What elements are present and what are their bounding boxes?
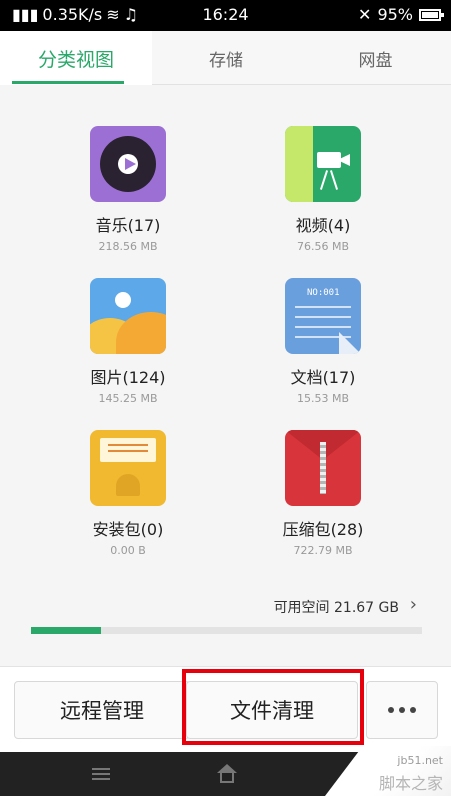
- document-icon: NO:001: [285, 278, 361, 354]
- category-name: 压缩包(28): [282, 520, 364, 539]
- tab-storage[interactable]: 存储: [152, 31, 300, 85]
- category-name: 安装包(0): [92, 520, 164, 539]
- home-icon[interactable]: [217, 764, 237, 784]
- active-tab-indicator: [12, 81, 124, 84]
- status-right: ✕ 95%: [358, 5, 444, 24]
- picture-icon: [90, 278, 166, 354]
- battery-icon: [419, 8, 444, 21]
- category-video[interactable]: 视频(4) 76.56 MB: [233, 126, 413, 253]
- storage-progress-fill: [31, 627, 102, 634]
- category-grid: 音乐(17) 218.56 MB 视频(4) 76.56 MB 图片(124) …: [0, 86, 451, 666]
- category-name: 图片(124): [90, 368, 166, 387]
- watermark-site: jb51.net: [397, 754, 443, 767]
- video-camera-icon: [285, 126, 361, 202]
- remote-manage-button[interactable]: 远程管理: [14, 681, 190, 739]
- category-size: 76.56 MB: [296, 240, 350, 253]
- battery-percent: 95%: [377, 5, 413, 24]
- zip-archive-icon: [285, 430, 361, 506]
- button-label: 远程管理: [60, 699, 144, 723]
- tab-category-view[interactable]: 分类视图: [0, 31, 152, 85]
- category-apk[interactable]: 安装包(0) 0.00 B: [38, 430, 218, 557]
- category-size: 722.79 MB: [293, 544, 353, 557]
- document-icon-label: NO:001: [307, 288, 340, 298]
- tab-label: 存储: [209, 50, 243, 71]
- more-dots-icon: [388, 707, 416, 713]
- tab-cloud-drive[interactable]: 网盘: [300, 31, 451, 85]
- category-music[interactable]: 音乐(17) 218.56 MB: [38, 126, 218, 253]
- category-size: 0.00 B: [110, 544, 146, 557]
- tab-bar: 分类视图 存储 网盘: [0, 31, 451, 85]
- available-space-row[interactable]: 可用空间 21.67 GB ›: [0, 594, 451, 618]
- category-name: 视频(4): [295, 216, 351, 235]
- category-size: 145.25 MB: [98, 392, 158, 405]
- watermark-brand: 脚本之家: [378, 774, 443, 793]
- android-package-icon: [90, 430, 166, 506]
- category-size: 218.56 MB: [98, 240, 158, 253]
- tab-label: 网盘: [358, 50, 393, 71]
- category-pictures[interactable]: 图片(124) 145.25 MB: [38, 278, 218, 405]
- music-disc-icon: [90, 126, 166, 202]
- category-name: 音乐(17): [95, 216, 161, 235]
- available-space-label: 可用空间 21.67 GB: [273, 600, 399, 616]
- category-name: 文档(17): [290, 368, 356, 387]
- tab-label: 分类视图: [37, 48, 114, 71]
- category-documents[interactable]: NO:001 文档(17) 15.53 MB: [233, 278, 413, 405]
- category-size: 15.53 MB: [296, 392, 350, 405]
- status-bar: ▮▮▮ 0.35K/s ≋ ♫ 16:24 ✕ 95%: [0, 0, 451, 31]
- mute-icon: ✕: [358, 5, 372, 24]
- storage-progress-bar: [31, 627, 422, 634]
- chevron-right-icon: ›: [409, 594, 417, 615]
- highlight-box: [182, 669, 364, 745]
- more-button[interactable]: [366, 681, 438, 739]
- menu-icon[interactable]: [92, 768, 110, 780]
- category-archives[interactable]: 压缩包(28) 722.79 MB: [233, 430, 413, 557]
